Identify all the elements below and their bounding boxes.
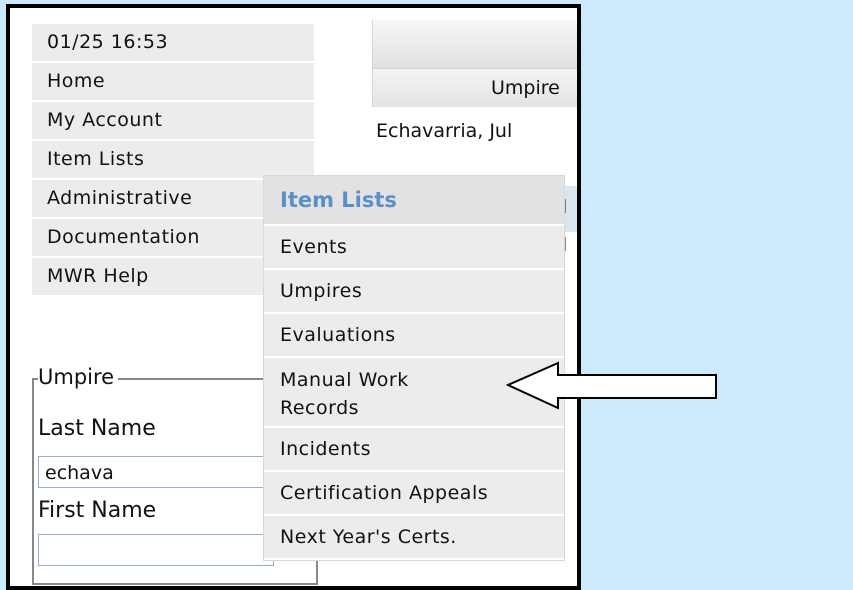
last-name-label: Last Name [38,416,156,441]
nav-item-my-account[interactable]: My Account [32,102,314,141]
first-name-input[interactable] [38,534,274,566]
submenu-title: Item Lists [264,176,564,226]
last-name-input[interactable]: echava [38,456,274,488]
pointer-arrow-icon [505,361,717,410]
first-name-label: First Name [38,498,157,523]
column-header-umpire[interactable]: Umpire [372,68,577,107]
submenu-item-events[interactable]: Events [264,226,564,270]
submenu-item-next-years-certs[interactable]: Next Year's Certs. [264,516,564,560]
nav-datetime: 01/25 16:53 [32,24,314,63]
submenu-item-evaluations[interactable]: Evaluations [264,314,564,358]
submenu-item-umpires[interactable]: Umpires [264,270,564,314]
submenu-item-incidents[interactable]: Incidents [264,428,564,472]
app-window: 01/25 16:53 Home My Account Item Lists A… [6,4,581,590]
submenu-item-certification-appeals[interactable]: Certification Appeals [264,472,564,516]
column-header-label: Umpire [491,77,560,99]
nav-item-home[interactable]: Home [32,63,314,102]
umpire-legend: Umpire [38,365,119,389]
table-cell-umpire[interactable]: Echavarria, Jul [376,120,512,142]
table-title-bar [372,20,577,68]
nav-item-item-lists[interactable]: Item Lists [32,141,314,180]
